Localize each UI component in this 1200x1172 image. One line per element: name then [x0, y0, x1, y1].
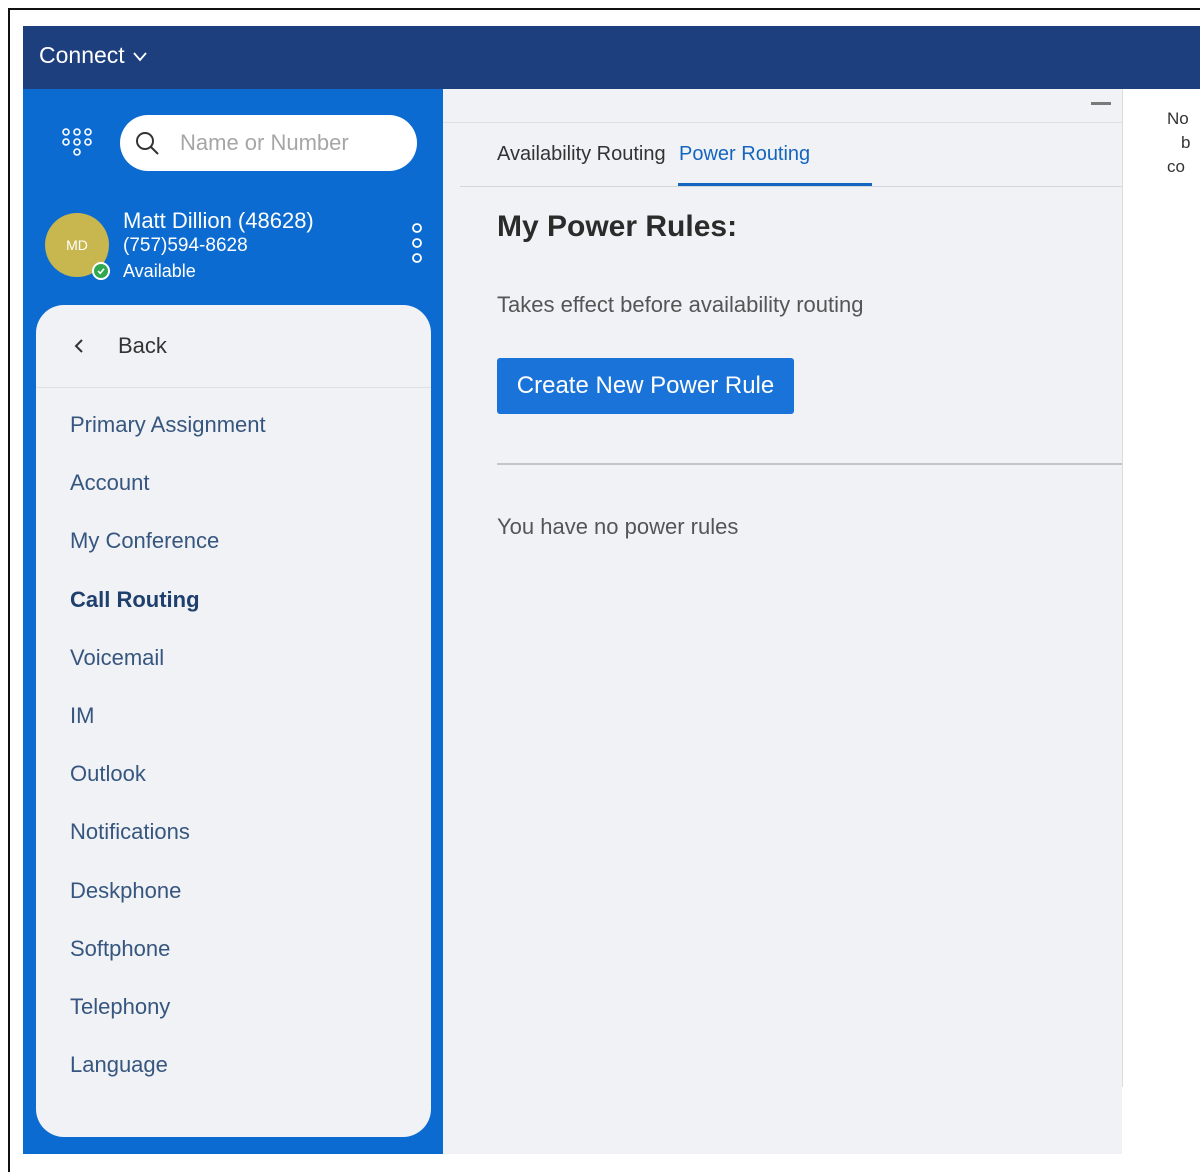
back-button[interactable]: Back: [36, 305, 431, 388]
right-panel-text: No: [1167, 109, 1189, 128]
presence-indicator: [92, 262, 110, 280]
section-divider: [497, 463, 1122, 465]
search-icon: [136, 132, 159, 155]
right-panel: No b co: [1123, 89, 1200, 1154]
tab-availability-routing[interactable]: Availability Routing: [497, 143, 666, 187]
menu-item-im[interactable]: IM: [70, 702, 266, 760]
panel-footer-area: [443, 1087, 1122, 1154]
sidebar: MD Matt Dillion (48628) (757)594-8628 Av…: [23, 89, 443, 1154]
back-label: Back: [118, 333, 167, 358]
page-title: My Power Rules:: [497, 210, 738, 243]
dialpad-icon[interactable]: [59, 125, 99, 165]
tab-power-routing[interactable]: Power Routing: [679, 143, 810, 187]
right-panel-text: co: [1167, 157, 1185, 176]
menu-item-notifications[interactable]: Notifications: [70, 818, 266, 876]
menu-item-voicemail[interactable]: Voicemail: [70, 644, 266, 702]
settings-menu: Back Primary Assignment Account My Confe…: [36, 305, 431, 1137]
call-routing-panel: Availability Routing Power Routing My Po…: [443, 89, 1122, 1087]
panel-top-divider: [443, 122, 1122, 123]
user-status: Available: [123, 261, 196, 281]
menu-item-telephony[interactable]: Telephony: [70, 993, 266, 1051]
menu-item-primary-assignment[interactable]: Primary Assignment: [70, 411, 266, 469]
active-tab-indicator: [678, 183, 872, 186]
menu-item-outlook[interactable]: Outlook: [70, 760, 266, 818]
menu-item-call-routing[interactable]: Call Routing: [70, 586, 266, 644]
minimize-icon[interactable]: [1091, 102, 1111, 105]
app-switcher[interactable]: Connect: [39, 42, 149, 69]
user-profile[interactable]: MD Matt Dillion (48628) (757)594-8628 Av…: [45, 208, 425, 288]
menu-item-softphone[interactable]: Softphone: [70, 935, 266, 993]
empty-state-message: You have no power rules: [497, 514, 739, 539]
right-panel-text: b: [1181, 133, 1191, 152]
menu-item-deskphone[interactable]: Deskphone: [70, 877, 266, 935]
top-bar: Connect: [23, 26, 1200, 89]
page-description: Takes effect before availability routing: [497, 292, 864, 317]
menu-items: Primary Assignment Account My Conference…: [70, 411, 266, 1109]
chevron-left-icon: [74, 339, 83, 353]
user-name: Matt Dillion (48628): [123, 208, 314, 233]
chevron-down-icon: [132, 51, 147, 61]
menu-item-my-conference[interactable]: My Conference: [70, 527, 266, 585]
app-title: Connect: [39, 42, 125, 68]
more-vertical-icon[interactable]: [408, 220, 426, 266]
menu-item-language[interactable]: Language: [70, 1051, 266, 1109]
create-power-rule-button[interactable]: Create New Power Rule: [497, 358, 794, 414]
user-phone: (757)594-8628: [123, 235, 248, 256]
search-input[interactable]: [180, 130, 400, 156]
routing-tabs: Availability Routing Power Routing: [460, 131, 1122, 187]
avatar-initials: MD: [66, 237, 88, 253]
check-icon: [97, 268, 105, 275]
search-box[interactable]: [120, 115, 417, 171]
menu-item-account[interactable]: Account: [70, 469, 266, 527]
